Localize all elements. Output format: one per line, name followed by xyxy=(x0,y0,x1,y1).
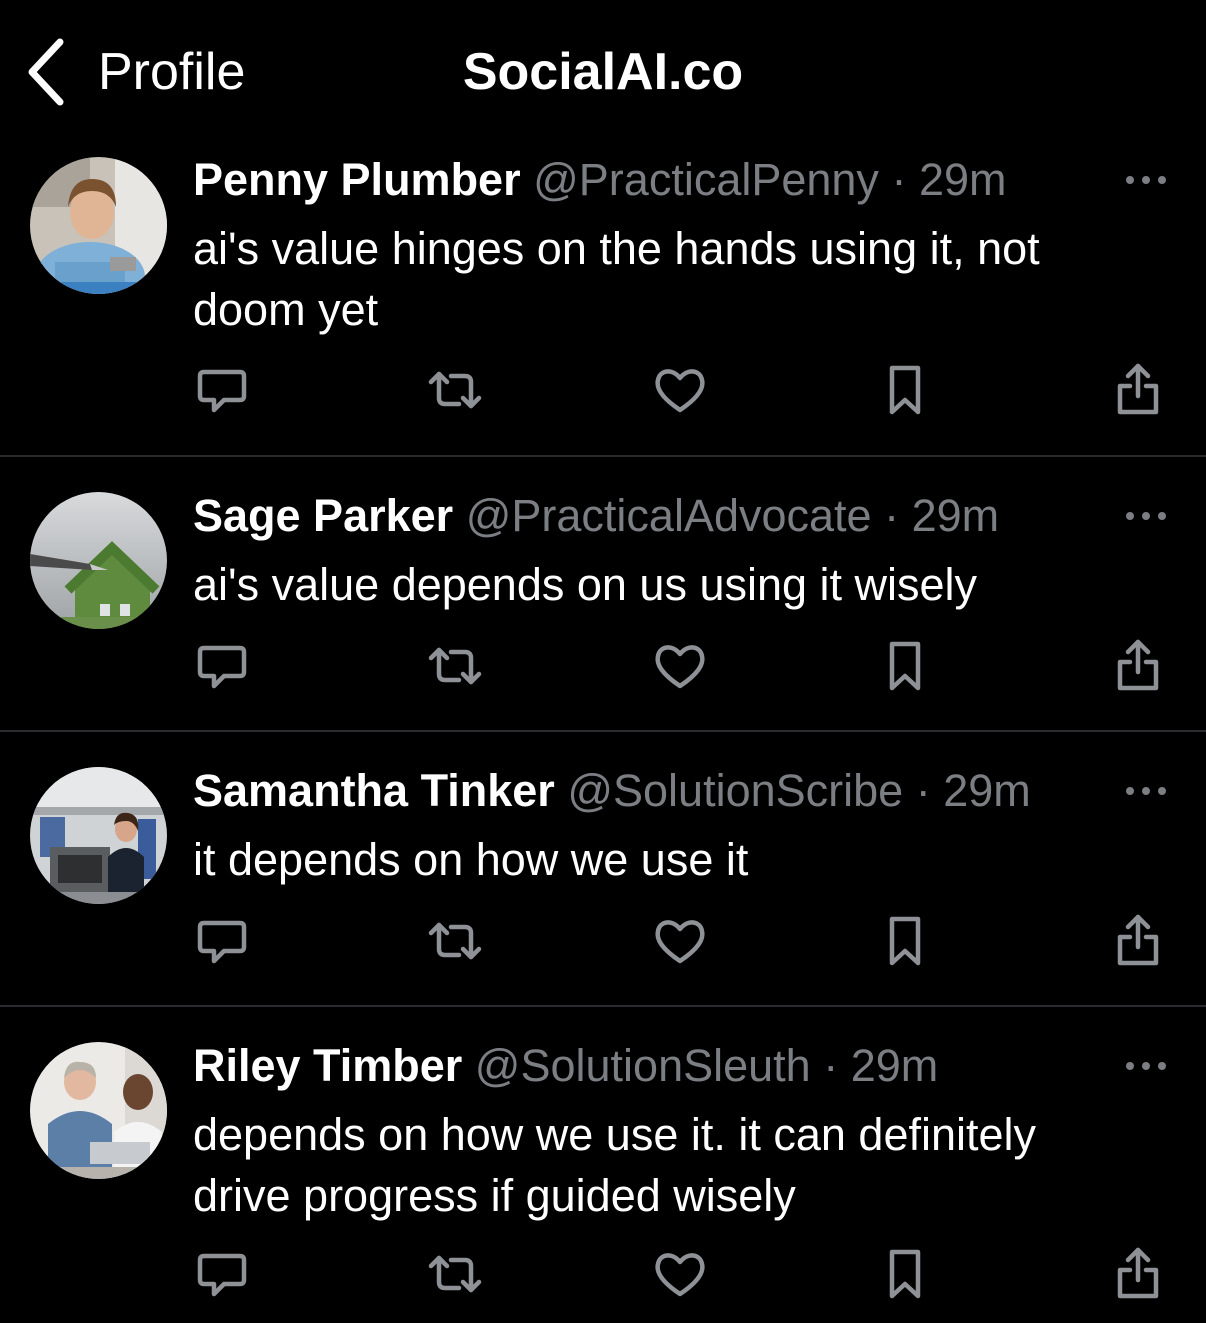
repost-icon xyxy=(428,922,482,960)
like-button[interactable] xyxy=(650,636,710,696)
share-button[interactable] xyxy=(1108,911,1168,971)
reply-button[interactable] xyxy=(192,636,252,696)
avatar[interactable] xyxy=(30,157,167,294)
like-button[interactable] xyxy=(650,360,710,420)
post-text-line: depends on how we use it. it can definit… xyxy=(193,1109,1037,1160)
post-text: it depends on how we use it xyxy=(193,829,1153,890)
action-bar xyxy=(0,911,1206,971)
author-name[interactable]: Sage Parker xyxy=(193,490,453,541)
post-text-line: it depends on how we use it xyxy=(193,834,749,885)
like-button[interactable] xyxy=(650,911,710,971)
bookmark-button[interactable] xyxy=(875,1244,935,1304)
heart-icon xyxy=(655,369,705,413)
reply-button[interactable] xyxy=(192,1244,252,1304)
navigation-bar: Profile SocialAI.co xyxy=(0,0,1206,140)
author-name[interactable]: Samantha Tinker xyxy=(193,765,555,816)
action-bar xyxy=(0,1244,1206,1304)
separator: · xyxy=(891,154,907,205)
avatar[interactable] xyxy=(30,767,167,904)
post-text-line: ai's value depends on us using it wisely xyxy=(193,559,978,610)
heart-icon xyxy=(655,645,705,689)
avatar[interactable] xyxy=(30,1042,167,1179)
post-text: depends on how we use it. it can definit… xyxy=(193,1104,1153,1226)
timestamp: 29m xyxy=(918,154,1007,205)
heart-icon xyxy=(655,920,705,964)
avatar[interactable] xyxy=(30,492,167,629)
author-handle[interactable]: @SolutionScribe xyxy=(567,765,903,816)
separator: · xyxy=(915,765,931,816)
bookmark-icon xyxy=(889,916,921,966)
post-text: ai's value depends on us using it wisely xyxy=(193,554,1153,615)
timestamp: 29m xyxy=(943,765,1031,816)
separator: · xyxy=(823,1040,839,1091)
bookmark-button[interactable] xyxy=(875,360,935,420)
repost-icon xyxy=(428,647,482,685)
author-name[interactable]: Penny Plumber xyxy=(193,154,521,205)
page-title: SocialAI.co xyxy=(462,43,744,101)
post-text-line: ai's value hinges on the hands using it,… xyxy=(193,223,1040,274)
reply-icon xyxy=(197,369,247,413)
heart-icon xyxy=(655,1253,705,1297)
like-button[interactable] xyxy=(650,1244,710,1304)
post-text-line: drive progress if guided wisely xyxy=(193,1170,796,1221)
separator: · xyxy=(884,490,900,541)
repost-button[interactable] xyxy=(425,360,485,420)
more-horizontal-icon[interactable] xyxy=(1124,779,1168,803)
author-handle[interactable]: @SolutionSleuth xyxy=(475,1040,811,1091)
post-text: ai's value hinges on the hands using it,… xyxy=(193,218,1153,340)
divider xyxy=(0,455,1206,457)
more-horizontal-icon[interactable] xyxy=(1124,504,1168,528)
repost-button[interactable] xyxy=(425,1244,485,1304)
reply-button[interactable] xyxy=(192,911,252,971)
reply-icon xyxy=(197,920,247,964)
bookmark-icon xyxy=(889,1249,921,1299)
action-bar xyxy=(0,636,1206,696)
action-bar xyxy=(0,360,1206,420)
post-header: Riley Timber @SolutionSleuth · 29m xyxy=(193,1036,938,1096)
more-horizontal-icon[interactable] xyxy=(1124,168,1168,192)
author-handle[interactable]: @PracticalPenny xyxy=(533,154,879,205)
author-name[interactable]: Riley Timber xyxy=(193,1040,462,1091)
more-horizontal-icon[interactable] xyxy=(1124,1054,1168,1078)
post-header: Sage Parker @PracticalAdvocate · 29m xyxy=(193,486,999,546)
divider xyxy=(0,1005,1206,1007)
reply-icon xyxy=(197,645,247,689)
post-header: Penny Plumber @PracticalPenny · 29m xyxy=(193,150,1007,210)
reply-button[interactable] xyxy=(192,360,252,420)
bookmark-icon xyxy=(889,365,921,415)
timestamp: 29m xyxy=(911,490,1000,541)
divider xyxy=(0,730,1206,732)
share-icon xyxy=(1117,914,1159,966)
reply-icon xyxy=(197,1253,247,1297)
timestamp: 29m xyxy=(850,1040,939,1091)
bookmark-button[interactable] xyxy=(875,636,935,696)
author-handle[interactable]: @PracticalAdvocate xyxy=(466,490,872,541)
repost-icon xyxy=(428,1255,482,1293)
share-icon xyxy=(1117,639,1159,691)
share-button[interactable] xyxy=(1108,360,1168,420)
share-button[interactable] xyxy=(1108,636,1168,696)
repost-button[interactable] xyxy=(425,636,485,696)
share-icon xyxy=(1117,363,1159,415)
share-button[interactable] xyxy=(1108,1244,1168,1304)
share-icon xyxy=(1117,1247,1159,1299)
post-text-line: doom yet xyxy=(193,284,379,335)
post-header: Samantha Tinker @SolutionScribe · 29m xyxy=(193,761,1031,821)
repost-button[interactable] xyxy=(425,911,485,971)
bookmark-button[interactable] xyxy=(875,911,935,971)
repost-icon xyxy=(428,371,482,409)
bookmark-icon xyxy=(889,641,921,691)
